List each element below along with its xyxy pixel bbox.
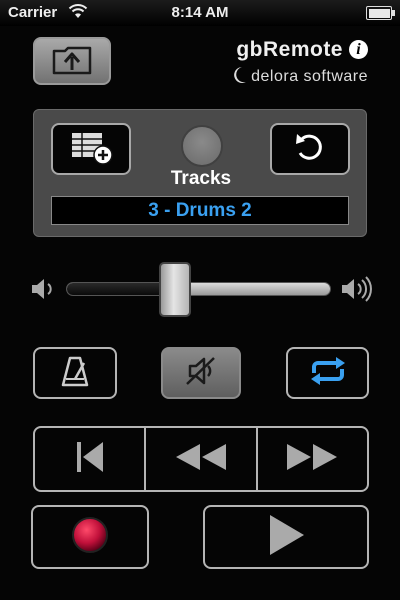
tracks-panel: Tracks 3 - Drums 2 — [33, 109, 367, 237]
play-button[interactable] — [203, 505, 369, 569]
cycle-button[interactable] — [286, 347, 369, 399]
upload-button[interactable] — [33, 37, 111, 85]
volume-slider-track[interactable] — [66, 282, 331, 296]
speaker-muted-icon — [183, 355, 219, 392]
volume-slider-thumb[interactable] — [158, 262, 191, 317]
rewind-button[interactable] — [144, 428, 255, 490]
record-icon — [70, 515, 110, 560]
fast-forward-button[interactable] — [255, 428, 367, 490]
undo-icon — [293, 131, 327, 168]
mute-button[interactable] — [161, 347, 241, 399]
track-indicator — [181, 125, 223, 167]
cycle-icon — [308, 355, 348, 392]
app-title: gbRemote — [236, 38, 343, 61]
speaker-high-icon — [340, 276, 374, 307]
add-track-icon — [68, 129, 114, 170]
fast-forward-icon — [285, 442, 339, 477]
skip-to-start-icon — [74, 440, 106, 479]
tracks-label: Tracks — [170, 168, 232, 189]
info-button[interactable]: i — [349, 40, 368, 59]
volume-control — [30, 260, 375, 320]
transport-controls — [33, 426, 369, 492]
metronome-icon — [60, 355, 90, 392]
status-bar: Carrier 8:14 AM — [0, 0, 400, 26]
clock: 8:14 AM — [171, 4, 229, 21]
rewind-icon — [174, 442, 228, 477]
current-track-display[interactable]: 3 - Drums 2 — [51, 196, 349, 225]
metronome-button[interactable] — [33, 347, 117, 399]
moon-logo-icon — [231, 66, 247, 89]
brand-header: gbRemote i delora software — [231, 38, 368, 89]
company-name: delora software — [251, 68, 368, 85]
battery-icon — [366, 6, 395, 20]
go-to-start-button[interactable] — [35, 428, 144, 490]
speaker-low-icon — [30, 276, 58, 307]
upload-folder-icon — [51, 43, 93, 80]
play-icon — [266, 513, 306, 562]
record-button[interactable] — [31, 505, 149, 569]
